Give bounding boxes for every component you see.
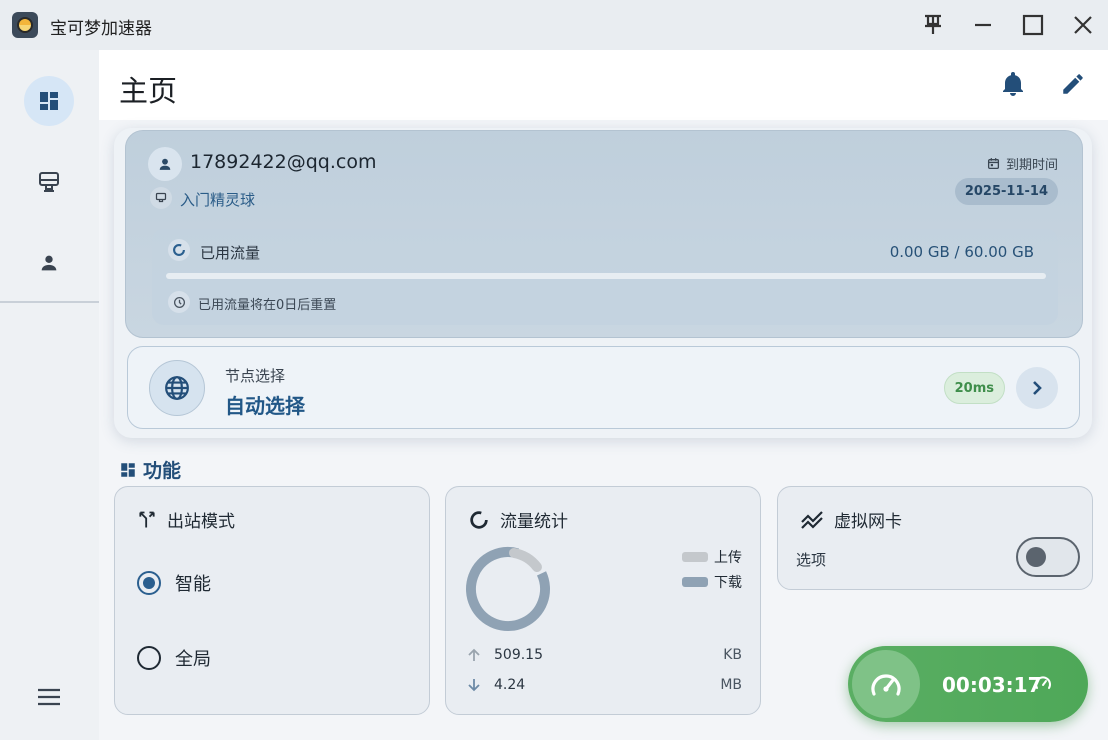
traffic-donut-chart (466, 547, 550, 631)
calendar-icon (987, 158, 1000, 170)
split-route-icon (139, 511, 155, 527)
sidebar-item-nodes[interactable] (24, 157, 74, 207)
notifications-button[interactable] (997, 68, 1029, 100)
hamburger-icon (38, 688, 60, 706)
upload-stat-row: 509.15 KB (466, 647, 742, 663)
outbound-mode-header: 出站模式 (137, 507, 235, 532)
main-panel: 主页 17892422@qq.com 入门精灵球 到期时间 2025-11-14… (99, 50, 1108, 740)
latency-badge: 20ms (943, 372, 1005, 404)
virtual-nic-card: 虚拟网卡 选项 (777, 486, 1093, 590)
account-email: 17892422@qq.com (190, 151, 377, 173)
features-section-title: 功能 (119, 456, 181, 483)
virtual-nic-title: 虚拟网卡 (834, 512, 902, 532)
sidebar-item-profile[interactable] (24, 238, 74, 288)
traffic-value: 0.00 GB / 60.00 GB (889, 243, 1034, 261)
sidebar-item-dashboard[interactable] (24, 76, 74, 126)
traffic-progress-bar (166, 273, 1046, 279)
pencil-icon (1063, 74, 1083, 94)
bell-icon (1003, 72, 1023, 96)
minimize-icon[interactable] (968, 10, 998, 40)
download-unit: MB (720, 677, 742, 693)
upload-value: 509.15 (494, 647, 543, 663)
expire-date-badge: 2025-11-14 (954, 178, 1058, 205)
plan-name: 入门精灵球 (180, 191, 256, 209)
legend-download-swatch (682, 577, 708, 587)
app-title: 宝可梦加速器 (50, 19, 152, 39)
legend-upload: 上传 (682, 547, 742, 567)
usage-ring-icon (168, 239, 190, 261)
edit-button[interactable] (1057, 68, 1089, 100)
radio-global-label: 全局 (175, 649, 211, 670)
person-icon (41, 255, 57, 271)
close-icon[interactable] (1068, 10, 1098, 40)
toggle-knob (1026, 547, 1046, 567)
download-arc (466, 547, 550, 631)
plan-icon (150, 187, 172, 209)
outbound-mode-card: 出站模式 智能 全局 (114, 486, 430, 715)
radio-smart-circle[interactable] (137, 571, 161, 595)
globe-icon (149, 360, 205, 416)
radio-smart-label: 智能 (175, 574, 211, 595)
menu-button[interactable] (24, 672, 74, 722)
expire-label-text: 到期时间 (1005, 158, 1058, 173)
radio-global[interactable]: 全局 (137, 645, 211, 671)
account-card: 17892422@qq.com 入门精灵球 到期时间 2025-11-14 已用… (125, 130, 1083, 338)
speedometer-icon (852, 650, 920, 718)
radio-smart[interactable]: 智能 (137, 570, 211, 596)
maximize-icon[interactable] (1018, 10, 1048, 40)
node-select-card[interactable]: 节点选择 自动选择 20ms (127, 346, 1080, 429)
features-title-text: 功能 (143, 460, 182, 482)
expire-label: 到期时间 (987, 154, 1058, 173)
sidebar (0, 50, 99, 740)
traffic-stats-title: 流量统计 (500, 512, 568, 532)
legend-upload-swatch (682, 552, 708, 562)
clock-icon (168, 291, 190, 313)
node-label: 节点选择 (225, 367, 286, 385)
traffic-label: 已用流量 (200, 244, 261, 262)
legend-upload-label: 上传 (714, 550, 742, 566)
virtual-nic-toggle[interactable] (1016, 537, 1080, 577)
dashboard-icon (40, 92, 58, 110)
node-select-button[interactable] (1016, 367, 1058, 409)
arrow-up-icon (468, 648, 480, 661)
avatar (148, 147, 182, 181)
outbound-mode-title: 出站模式 (167, 512, 235, 532)
traffic-stats-header: 流量统计 (468, 507, 568, 532)
arrow-down-icon (468, 679, 480, 692)
traffic-usage-panel: 已用流量 0.00 GB / 60.00 GB 已用流量将在0日后重置 (152, 229, 1058, 325)
pin-icon[interactable] (918, 10, 948, 40)
upload-unit: KB (723, 647, 742, 663)
dashboard-icon (121, 462, 135, 477)
connection-timer: 00:03:17 (942, 673, 1042, 697)
radio-global-circle[interactable] (137, 646, 161, 670)
trend-lines-icon (801, 510, 823, 529)
title-bar: 宝可梦加速器 (0, 0, 1108, 50)
traffic-reset-text: 已用流量将在0日后重置 (198, 298, 337, 313)
donut-chart-icon (470, 510, 488, 529)
chevron-right-icon (1033, 381, 1042, 395)
server-icon (39, 172, 59, 192)
virtual-nic-option-label: 选项 (796, 551, 827, 569)
traffic-stats-card: 流量统计 上传 下载 509.15 KB 4.24 MB (445, 486, 761, 715)
connect-timer-button[interactable]: 00:03:17 (848, 646, 1088, 722)
speedometer-small-icon (1034, 675, 1052, 695)
page-title: 主页 (119, 74, 178, 108)
node-value: 自动选择 (225, 394, 305, 418)
legend-download: 下载 (682, 572, 742, 592)
person-icon (159, 158, 171, 170)
upload-arc (509, 548, 542, 572)
download-value: 4.24 (494, 677, 526, 693)
legend-download-label: 下载 (714, 575, 742, 591)
app-logo-icon (12, 12, 38, 38)
sidebar-divider (0, 301, 99, 303)
download-stat-row: 4.24 MB (466, 677, 742, 693)
virtual-nic-header: 虚拟网卡 (800, 507, 902, 532)
